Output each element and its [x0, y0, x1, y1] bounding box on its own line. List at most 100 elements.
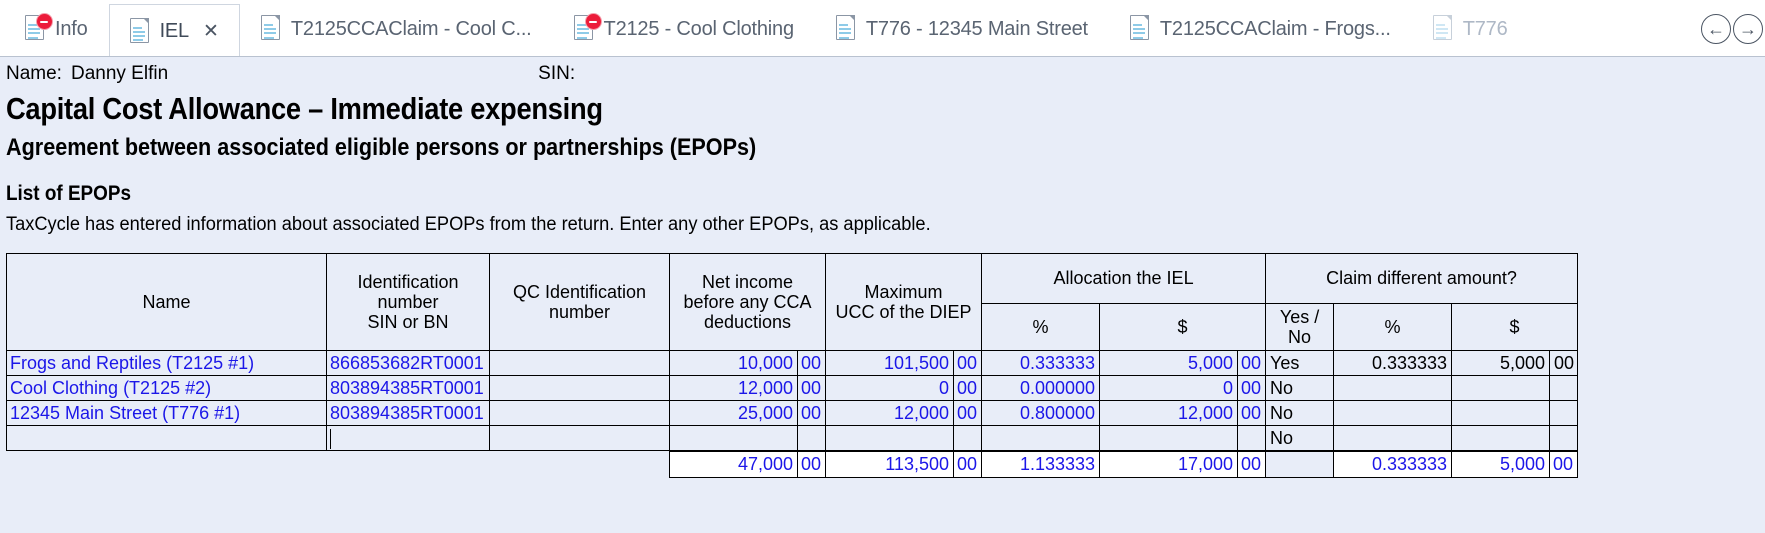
cell-maximum-ucc[interactable]: [825, 425, 955, 452]
totals-spacer: [326, 450, 490, 478]
tab-label: T2125CCAClaim - Frogs...: [1159, 17, 1391, 40]
cell-allocation-amount[interactable]: 0: [1099, 375, 1239, 402]
cell-name[interactable]: Frogs and Reptiles (T2125 #1): [6, 350, 327, 377]
cell-allocation-percent[interactable]: 0.800000: [981, 400, 1101, 427]
cell-allocation-amount[interactable]: [1099, 425, 1239, 452]
cell-allocation-percent[interactable]: 0.333333: [981, 350, 1101, 377]
cell-claim-percent[interactable]: [1333, 425, 1453, 452]
document-icon: [25, 13, 53, 42]
cell-claim-amount[interactable]: 5,000: [1451, 350, 1551, 377]
tab-iel[interactable]: IEL ✕: [108, 4, 240, 56]
cell-claim-percent[interactable]: [1333, 375, 1453, 402]
cell-net-income[interactable]: 12,000: [669, 375, 798, 402]
cell-allocation-amount-cents[interactable]: [1237, 425, 1267, 452]
name-value[interactable]: Danny Elfin: [71, 63, 168, 85]
cell-net-income[interactable]: [669, 425, 798, 452]
cell-net-income[interactable]: 25,000: [669, 400, 798, 427]
arrow-left-circle-icon[interactable]: ←: [1701, 13, 1731, 44]
table-row: Frogs and Reptiles (T2125 #1) 866853682R…: [6, 350, 1579, 377]
cell-claim-percent[interactable]: 0.333333: [1333, 350, 1453, 377]
tab-info[interactable]: Info: [4, 0, 109, 56]
header-claim-different-amount: Claim different amount?: [1265, 253, 1579, 304]
cell-qc-identification-number[interactable]: [489, 400, 670, 427]
cell-claim-amount-cents[interactable]: [1549, 425, 1579, 452]
cell-name[interactable]: [6, 425, 327, 452]
header-line-3: deductions: [703, 312, 792, 333]
header-allocation-the-iel: Allocation the IEL: [981, 253, 1267, 304]
tab-t2125-cool-clothing[interactable]: T2125 - Cool Clothing: [553, 0, 815, 56]
cell-maximum-ucc-cents[interactable]: [953, 425, 983, 452]
cell-yes-no[interactable]: No: [1265, 375, 1335, 402]
document-icon: [1129, 15, 1152, 42]
cell-identification-number[interactable]: 803894385RT0001: [326, 400, 490, 427]
cell-allocation-percent[interactable]: [981, 425, 1101, 452]
cell-claim-amount-cents[interactable]: [1549, 375, 1579, 402]
cell-qc-identification-number[interactable]: [489, 350, 670, 377]
header-line-2: number: [377, 292, 439, 313]
cell-yes-no[interactable]: No: [1265, 400, 1335, 427]
cell-yes-no[interactable]: No: [1265, 425, 1335, 452]
cell-net-income-cents[interactable]: 00: [796, 400, 827, 427]
cell-maximum-ucc-cents[interactable]: 00: [953, 350, 983, 377]
cell-maximum-ucc-cents[interactable]: 00: [953, 400, 983, 427]
cell-allocation-amount[interactable]: 5,000: [1099, 350, 1239, 377]
cell-name[interactable]: 12345 Main Street (T776 #1): [6, 400, 327, 427]
cell-identification-number[interactable]: 803894385RT0001: [326, 375, 490, 402]
cell-claim-amount[interactable]: [1451, 425, 1551, 452]
cell-identification-number[interactable]: [326, 425, 490, 452]
header-line-3: SIN or BN: [367, 312, 449, 333]
sin-label: SIN:: [538, 63, 576, 84]
taxpayer-identification-row: Name: Danny Elfin SIN:: [0, 57, 1765, 89]
cell-claim-amount[interactable]: [1451, 375, 1551, 402]
tab-t2125ccaclaim-cool-clothing[interactable]: T2125CCAClaim - Cool C...: [240, 0, 553, 56]
totals-net-income-cents: 00: [796, 449, 827, 479]
document-icon: [260, 15, 283, 42]
cell-claim-amount-cents[interactable]: [1549, 400, 1579, 427]
cell-net-income-cents[interactable]: 00: [796, 375, 827, 402]
epop-table: Name Identification number SIN or BN QC …: [6, 252, 1579, 479]
totals-allocation-amount: 17,000: [1099, 449, 1239, 479]
arrow-right-circle-icon[interactable]: →: [1733, 13, 1763, 44]
tab-bar: Info IEL ✕ T2125CCAClaim - Cool C... T21…: [0, 0, 1765, 57]
totals-allocation-percent: 1.133333: [981, 449, 1101, 479]
cell-net-income-cents[interactable]: [796, 425, 827, 452]
header-qc-identification-number: QC Identification number: [489, 252, 670, 352]
header-maximum-ucc-diep: Maximum UCC of the DIEP: [825, 252, 983, 352]
cell-allocation-amount[interactable]: 12,000: [1099, 400, 1239, 427]
cell-maximum-ucc[interactable]: 12,000: [825, 400, 955, 427]
epop-table-container: Name Identification number SIN or BN QC …: [0, 252, 1765, 479]
totals-maximum-ucc-cents: 00: [953, 449, 983, 479]
header-net-income: Net income before any CCA deductions: [668, 252, 827, 352]
totals-spacer: [489, 450, 670, 478]
cell-claim-amount[interactable]: [1451, 400, 1551, 427]
cell-allocation-amount-cents[interactable]: 00: [1237, 400, 1267, 427]
cell-qc-identification-number[interactable]: [489, 375, 670, 402]
cell-maximum-ucc[interactable]: 101,500: [825, 350, 955, 377]
tab-t2125ccaclaim-frogs[interactable]: T2125CCAClaim - Frogs...: [1109, 0, 1412, 56]
close-icon[interactable]: ✕: [203, 22, 219, 41]
cell-identification-number[interactable]: 866853682RT0001: [326, 350, 490, 377]
tab-t776[interactable]: T776: [1412, 0, 1529, 56]
header-yes-no: Yes / No: [1265, 302, 1335, 352]
tab-label: IEL: [159, 20, 190, 42]
cell-allocation-amount-cents[interactable]: 00: [1237, 350, 1267, 377]
tab-t776-12345-main-street[interactable]: T776 - 12345 Main Street: [815, 0, 1109, 56]
name-label: Name:: [6, 63, 62, 84]
header-line-2: before any CCA: [683, 292, 812, 313]
cell-name[interactable]: Cool Clothing (T2125 #2): [6, 375, 327, 402]
cell-yes-no[interactable]: Yes: [1265, 350, 1335, 377]
cell-claim-percent[interactable]: [1333, 400, 1453, 427]
cell-allocation-amount-cents[interactable]: 00: [1237, 375, 1267, 402]
cell-net-income[interactable]: 10,000: [669, 350, 798, 377]
header-line-2: UCC of the DIEP: [835, 302, 972, 323]
header-line-1: Net income: [701, 271, 794, 292]
cell-qc-identification-number[interactable]: [489, 425, 670, 452]
cell-allocation-percent[interactable]: 0.000000: [981, 375, 1101, 402]
taxcycle-form-window: Info IEL ✕ T2125CCAClaim - Cool C... T21…: [0, 0, 1765, 533]
totals-allocation-amount-cents: 00: [1237, 449, 1267, 479]
cell-net-income-cents[interactable]: 00: [796, 350, 827, 377]
totals-claim-percent: 0.333333: [1333, 449, 1453, 479]
cell-maximum-ucc-cents[interactable]: 00: [953, 375, 983, 402]
cell-maximum-ucc[interactable]: 0: [825, 375, 955, 402]
cell-claim-amount-cents[interactable]: 00: [1549, 350, 1579, 377]
